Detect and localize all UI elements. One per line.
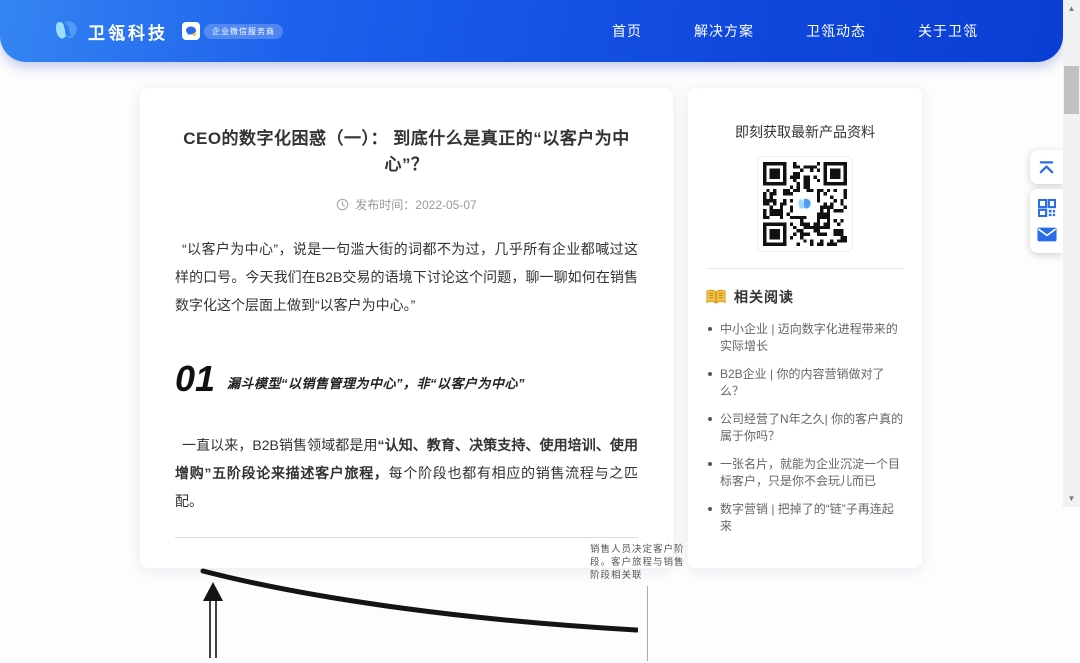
main-nav: 首页 解决方案 卫瓴动态 关于卫瓴 [612, 21, 978, 41]
sidebar-divider [706, 268, 904, 269]
article-paragraph-2: 一直以来，B2B销售领域都是用“认知、教育、决策支持、使用培训、使用增购”五阶段… [175, 437, 639, 509]
article-card: CEO的数字化困惑（一）： 到底什么是真正的“以客户为中心”？ 发布时间：202… [140, 88, 684, 661]
related-reading-header: 相关阅读 [706, 287, 904, 307]
contact-float-panel [1030, 189, 1063, 253]
chart-annotation-line [647, 586, 648, 661]
section-number: 01 [175, 358, 216, 399]
qr-section-title: 即刻获取最新产品资料 [735, 124, 875, 140]
chart-annotation: 销售人员决定客户阶段。客户旅程与销售阶段相关联 [590, 544, 685, 581]
section-heading: 01 漏斗模型“以销售管理为中心”，非“以客户为中心” [175, 358, 638, 399]
wechat-work-icon [182, 22, 200, 40]
related-reading-title: 相关阅读 [734, 289, 794, 305]
qr-contact-button[interactable] [1037, 199, 1057, 217]
related-item[interactable]: 公司经营了N年之久| 你的客户真的属于你吗？ [706, 411, 904, 445]
publish-time: 发布时间：2022-05-07 [355, 198, 477, 212]
scrollbar-down-arrow[interactable]: ▼ [1063, 490, 1080, 507]
envelope-icon [1036, 227, 1057, 241]
top-navbar: 卫瓴科技 企业微信服务商 首页 解决方案 卫瓴动态 关于卫瓴 [0, 0, 1063, 62]
back-to-top-button[interactable] [1030, 150, 1063, 184]
book-icon [706, 289, 726, 304]
section-title: 漏斗模型“以销售管理为中心”，非“以客户为中心” [227, 376, 526, 391]
brand-area: 卫瓴科技 企业微信服务商 [55, 19, 283, 44]
qr-center-logo-icon [794, 193, 816, 215]
weiling-logo-icon [55, 21, 77, 39]
related-item[interactable]: 数字营销 | 把掉了的“链”子再连起来 [706, 501, 904, 535]
nav-item-solutions[interactable]: 解决方案 [694, 21, 754, 41]
funnel-model-chart: 销售人员决定客户阶段。客户旅程与销售阶段相关联 [175, 537, 684, 661]
sidebar-card: 即刻获取最新产品资料 相关阅读 中小企业 | 迈向数字化进程带来的实际增长 B2… [688, 88, 922, 568]
funnel-curve-figure [200, 568, 640, 658]
brand-name: 卫瓴科技 [88, 23, 168, 43]
scrollbar-thumb[interactable] [1064, 66, 1079, 114]
qr-grid-icon [1037, 199, 1056, 217]
back-to-top-icon [1039, 160, 1054, 173]
nav-item-news[interactable]: 卫瓴动态 [806, 21, 866, 41]
related-reading-list: 中小企业 | 迈向数字化进程带来的实际增长 B2B企业 | 你的内容营销做对了么… [706, 321, 904, 535]
badge-label: 企业微信服务商 [204, 23, 283, 39]
clock-icon [337, 198, 349, 211]
logo[interactable]: 卫瓴科技 [55, 19, 168, 44]
browser-scrollbar[interactable]: ▲ ▼ [1063, 0, 1080, 507]
related-item[interactable]: 中小企业 | 迈向数字化进程带来的实际增长 [706, 321, 904, 355]
article-title: CEO的数字化困惑（一）： 到底什么是真正的“以客户为中心”？ [183, 129, 630, 174]
email-contact-button[interactable] [1036, 225, 1057, 243]
nav-item-about[interactable]: 关于卫瓴 [918, 21, 978, 41]
article-paragraph-1: “以客户为中心”，说是一句滥大街的词都不为过，几乎所有企业都喊过这样的口号。今天… [175, 241, 638, 313]
related-item[interactable]: B2B企业 | 你的内容营销做对了么？ [706, 366, 904, 400]
wechat-work-badge: 企业微信服务商 [182, 22, 283, 40]
nav-item-home[interactable]: 首页 [612, 21, 642, 41]
related-item[interactable]: 一张名片，就能为企业沉淀一个目标客户，只是你不会玩儿而已 [706, 456, 904, 490]
publish-meta: 发布时间：2022-05-07 [175, 196, 638, 213]
qr-wrap [706, 156, 904, 252]
scrollbar-up-arrow[interactable]: ▲ [1063, 0, 1080, 17]
product-qr-code[interactable] [757, 156, 853, 252]
